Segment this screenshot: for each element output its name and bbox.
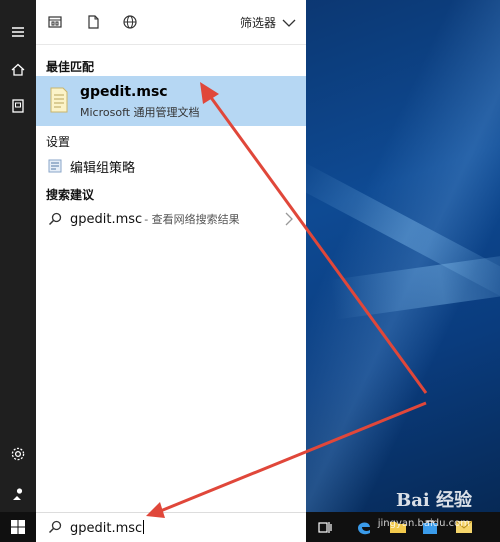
apps-filter-button[interactable] [46, 13, 64, 31]
task-view-button[interactable] [314, 517, 334, 537]
suggestion-query: gpedit.msc [70, 211, 143, 227]
best-match-header: 最佳匹配 [46, 60, 95, 74]
best-match-subtitle: Microsoft 通用管理文档 [80, 106, 200, 119]
docs-filter-button[interactable] [84, 13, 102, 31]
search-suggestion-item[interactable]: gpedit.msc - 查看网络搜索结果 [36, 206, 306, 232]
home-button[interactable] [0, 52, 36, 88]
chevron-down-icon [282, 19, 296, 27]
search-results-panel: 筛选器 最佳匹配 gpedit.msc Microsoft 通用管理文档 设置 … [36, 0, 306, 512]
best-match-title: gpedit.msc [80, 84, 168, 100]
documents-button[interactable] [0, 88, 36, 124]
web-filter-button[interactable] [121, 13, 139, 31]
edge-icon [358, 522, 370, 535]
filter-label: 筛选器 [239, 16, 276, 30]
doc-filter-icon [88, 15, 99, 29]
filter-dropdown[interactable]: 筛选器 [240, 14, 296, 31]
user-icon [13, 488, 23, 500]
web-filter-icon [123, 15, 137, 29]
settings-header: 设置 [46, 135, 71, 149]
menu-icon [12, 27, 24, 37]
search-suggestions-header: 搜索建议 [46, 188, 95, 202]
search-icon [48, 212, 62, 226]
settings-icon [11, 447, 25, 461]
windows-start-icon [11, 520, 25, 534]
settings-item-label: 编辑组策略 [70, 160, 136, 176]
settings-result-item[interactable]: 编辑组策略 [36, 153, 306, 179]
taskbar-search-box[interactable]: gpedit.msc [36, 512, 306, 542]
home-icon [11, 63, 25, 76]
settings-item-icon [48, 159, 62, 173]
suggestion-hint: - 查看网络搜索结果 [144, 213, 240, 226]
msc-file-icon [50, 87, 68, 113]
user-button[interactable] [0, 476, 36, 512]
apps-filter-icon [48, 16, 62, 28]
text-caret [143, 520, 145, 534]
menu-button[interactable] [0, 14, 36, 50]
baidu-watermark-url: jingyan.baidu.com [377, 518, 470, 529]
document-icon [12, 99, 24, 113]
edge-button[interactable] [354, 517, 374, 537]
best-match-item[interactable]: gpedit.msc Microsoft 通用管理文档 [36, 76, 306, 126]
chevron-right-icon [285, 212, 293, 226]
baidu-watermark: Bai 经验 [396, 490, 472, 511]
start-menu-rail [0, 0, 36, 512]
search-icon [48, 520, 62, 534]
settings-button[interactable] [0, 436, 36, 472]
wallpaper-beam [330, 249, 500, 320]
filter-bar: 筛选器 [36, 0, 306, 45]
task-view-icon [318, 522, 332, 533]
search-input-value: gpedit.msc [70, 521, 143, 536]
start-button[interactable] [0, 512, 36, 542]
